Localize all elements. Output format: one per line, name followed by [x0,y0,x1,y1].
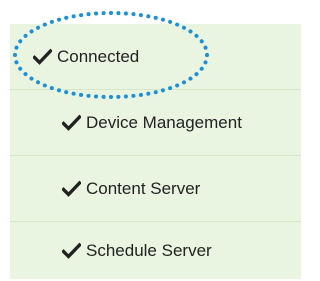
status-panel-screen: Connected Device Management Content Serv… [0,0,301,281]
status-item-label: Content Server [86,178,201,198]
status-item-label: Device Management [86,112,242,132]
status-item-label: Connected [57,46,140,66]
status-item-schedule-server: Schedule Server [10,222,301,279]
status-item-device-management: Device Management [10,90,301,156]
checkmark-icon [62,180,81,198]
status-item-label: Schedule Server [86,240,212,260]
connection-status-list: Connected Device Management Content Serv… [10,24,301,279]
checkmark-icon [33,48,52,66]
status-item-content-server: Content Server [10,156,301,222]
checkmark-icon [62,242,81,260]
status-item-connected: Connected [10,24,301,90]
checkmark-icon [62,114,81,132]
